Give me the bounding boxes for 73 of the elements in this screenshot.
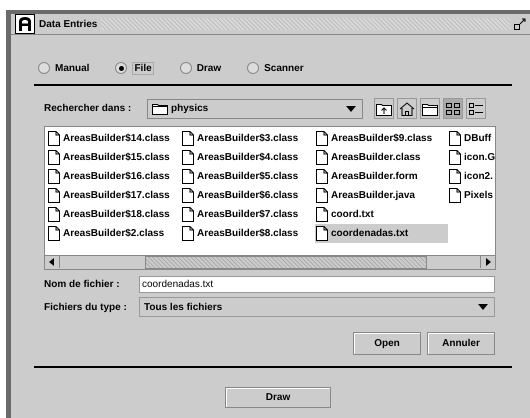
document-icon bbox=[182, 188, 194, 203]
document-icon bbox=[48, 131, 60, 146]
folder-dropdown[interactable]: physics bbox=[147, 98, 363, 118]
file-item[interactable]: coordenadas.txt bbox=[315, 224, 448, 243]
document-icon bbox=[316, 150, 328, 165]
dialog-button[interactable]: Open bbox=[353, 332, 421, 355]
radio-button[interactable]: Manual bbox=[38, 62, 90, 74]
file-item[interactable]: AreasBuilder$7.class bbox=[181, 205, 315, 224]
file-item[interactable]: AreasBuilder$4.class bbox=[181, 148, 315, 167]
radio-circle[interactable] bbox=[38, 62, 50, 74]
document-icon bbox=[316, 131, 328, 146]
file-item[interactable]: AreasBuilder.form bbox=[315, 167, 448, 186]
radio-button[interactable]: Draw bbox=[180, 62, 222, 74]
radio-circle[interactable] bbox=[115, 62, 128, 74]
document-icon bbox=[316, 169, 328, 184]
document-icon bbox=[316, 188, 328, 203]
file-item[interactable]: AreasBuilder$18.class bbox=[47, 205, 181, 224]
file-item[interactable]: AreasBuilder.java bbox=[315, 186, 448, 205]
file-item[interactable]: AreasBuilder$6.class bbox=[181, 186, 315, 205]
document-icon bbox=[48, 169, 60, 184]
file-item[interactable]: AreasBuilder$5.class bbox=[181, 167, 315, 186]
window-title: Data Entries bbox=[39, 18, 98, 30]
restore-icon[interactable] bbox=[514, 18, 526, 30]
horizontal-scrollbar[interactable] bbox=[45, 255, 495, 269]
document-icon bbox=[48, 150, 60, 165]
document-icon bbox=[182, 226, 194, 241]
file-item[interactable]: AreasBuilder$14.class bbox=[47, 129, 181, 148]
new-folder-button[interactable] bbox=[420, 98, 440, 119]
document-icon bbox=[316, 207, 328, 222]
file-item[interactable]: Pixels bbox=[448, 186, 495, 205]
dialog-button[interactable]: Annuler bbox=[427, 332, 495, 355]
document-icon bbox=[449, 169, 461, 184]
app-logo-icon bbox=[15, 14, 35, 34]
document-icon bbox=[48, 207, 60, 222]
draw-button[interactable]: Draw bbox=[225, 387, 331, 408]
file-item[interactable]: AreasBuilder$8.class bbox=[181, 224, 315, 243]
file-item[interactable]: DBuff bbox=[448, 129, 495, 148]
file-item[interactable]: AreasBuilder$15.class bbox=[47, 148, 181, 167]
document-icon bbox=[182, 131, 194, 146]
file-item[interactable]: AreasBuilder$9.class bbox=[315, 129, 448, 148]
document-icon bbox=[449, 150, 461, 165]
folder-icon bbox=[152, 102, 168, 114]
document-icon bbox=[182, 169, 194, 184]
caret-icon bbox=[346, 106, 356, 112]
radio-circle[interactable] bbox=[247, 62, 260, 74]
look-in-label: Rechercher dans : bbox=[44, 103, 132, 114]
file-item[interactable]: icon2. bbox=[448, 167, 495, 186]
file-item[interactable]: AreasBuilder$3.class bbox=[181, 129, 315, 148]
document-icon bbox=[48, 188, 60, 203]
file-item[interactable]: AreasBuilder.class bbox=[315, 148, 448, 167]
file-item[interactable]: AreasBuilder$16.class bbox=[47, 167, 181, 186]
file-item[interactable]: AreasBuilder$2.class bbox=[47, 224, 181, 243]
document-icon bbox=[316, 226, 328, 241]
details-view-button[interactable] bbox=[466, 98, 486, 119]
home-button[interactable] bbox=[397, 98, 417, 119]
radio-button[interactable]: Scanner bbox=[247, 62, 304, 74]
file-item[interactable]: AreasBuilder$17.class bbox=[47, 186, 181, 205]
file-type-dropdown[interactable]: Tous les fichiers bbox=[139, 297, 495, 317]
up-folder-button[interactable] bbox=[374, 98, 394, 119]
document-icon bbox=[449, 131, 461, 146]
file-type-label: Fichiers du type : bbox=[44, 302, 128, 312]
file-item[interactable]: icon.G bbox=[448, 148, 495, 167]
file-item[interactable]: coord.txt bbox=[315, 205, 448, 224]
list-view-button[interactable] bbox=[443, 98, 463, 119]
file-name-field[interactable]: coordenadas.txt bbox=[139, 276, 495, 293]
caret-icon bbox=[478, 304, 488, 310]
radio-circle[interactable] bbox=[180, 62, 192, 74]
document-icon bbox=[48, 226, 60, 241]
document-icon bbox=[449, 188, 461, 203]
file-name-label: Nom de fichier : bbox=[44, 279, 121, 290]
scroll-thumb[interactable] bbox=[145, 256, 427, 269]
document-icon bbox=[182, 150, 194, 165]
document-icon bbox=[182, 207, 194, 222]
